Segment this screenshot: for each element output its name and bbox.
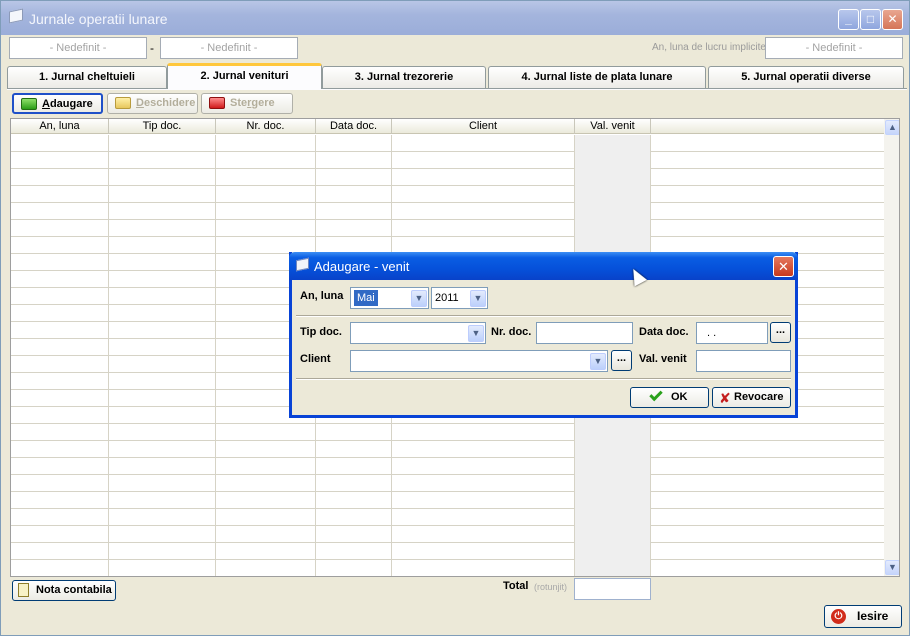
tip-doc-select[interactable]: ▼: [350, 322, 486, 344]
journal-icon: [296, 257, 309, 272]
exit-button[interactable]: ⏻ Iesire: [824, 605, 902, 628]
scroll-up-icon[interactable]: ▲: [885, 120, 899, 135]
add-button-label: daugare: [49, 98, 93, 110]
val-venit-label: Val. venit: [639, 353, 687, 365]
cancel-button[interactable]: ✘ Revocare: [712, 387, 791, 408]
nota-contabila-label: Nota contabila: [36, 584, 112, 596]
vertical-scrollbar[interactable]: ▲ ▼: [884, 119, 899, 576]
column-header-an-luna[interactable]: An, luna: [11, 119, 109, 134]
open-button[interactable]: Deschidere: [107, 93, 198, 114]
close-button[interactable]: ✕: [882, 9, 903, 30]
column-header-nr-doc[interactable]: Nr. doc.: [216, 119, 316, 134]
nr-doc-label: Nr. doc.: [491, 326, 532, 338]
dialog-title-bar[interactable]: Adaugare - venit ✕: [289, 252, 798, 280]
separator: [296, 315, 791, 317]
minimize-button[interactable]: _: [838, 9, 859, 30]
val-venit-input[interactable]: [696, 350, 791, 372]
journal-icon: [9, 8, 23, 24]
tab-jurnal-liste-plata[interactable]: 4. Jurnal liste de plata lunare: [488, 66, 706, 88]
chevron-down-icon[interactable]: ▼: [411, 290, 427, 307]
period-from-field[interactable]: - Nedefinit -: [9, 37, 147, 59]
year-select[interactable]: 2011 ▼: [431, 287, 488, 309]
delete-button-label-start: Ste: [230, 97, 248, 109]
date-picker-button[interactable]: ...: [770, 322, 791, 343]
period-separator: -: [150, 41, 154, 55]
grid-header: An, luna Tip doc. Nr. doc. Data doc. Cli…: [11, 119, 884, 134]
delete-button-label-end: gere: [251, 97, 275, 109]
tip-doc-label: Tip doc.: [300, 326, 342, 338]
add-button[interactable]: Adaugare: [12, 93, 103, 114]
nota-contabila-button[interactable]: Nota contabila: [12, 580, 116, 601]
column-header-client[interactable]: Client: [392, 119, 575, 134]
dialog-title: Adaugare - venit: [314, 259, 410, 274]
tab-jurnal-trezorerie[interactable]: 3. Jurnal trezorerie: [322, 66, 486, 88]
an-luna-label: An, luna: [300, 290, 344, 302]
total-value: [574, 578, 651, 600]
tab-jurnal-operatii-diverse[interactable]: 5. Jurnal operatii diverse: [708, 66, 904, 88]
implicit-period-field[interactable]: - Nedefinit -: [765, 37, 903, 59]
chevron-down-icon[interactable]: ▼: [470, 290, 486, 307]
data-doc-label: Data doc.: [639, 326, 689, 338]
clipboard-icon: [18, 583, 29, 597]
exit-button-label: Iesire: [857, 609, 889, 623]
cancel-button-label: Revocare: [734, 391, 784, 403]
total-label: Total: [503, 580, 529, 592]
chevron-down-icon[interactable]: ▼: [590, 353, 606, 370]
implicit-period-label: An, luna de lucru implicite: [652, 42, 766, 53]
client-label: Client: [300, 353, 331, 365]
month-select[interactable]: Mai ▼: [350, 287, 429, 309]
rotunjit-label: (rotunjit): [534, 582, 568, 592]
cancel-x-icon: ✘: [719, 390, 731, 406]
client-lookup-button[interactable]: ...: [611, 350, 632, 371]
tab-jurnal-venituri[interactable]: 2. Jurnal venituri: [167, 63, 322, 89]
scroll-down-icon[interactable]: ▼: [885, 560, 899, 575]
window-title: Jurnale operatii lunare: [29, 11, 168, 27]
dialog-close-button[interactable]: ✕: [773, 256, 794, 277]
delete-button[interactable]: Stergere: [201, 93, 293, 114]
nr-doc-input[interactable]: [536, 322, 633, 344]
grid-vline: [215, 135, 216, 576]
period-to-field[interactable]: - Nedefinit -: [160, 37, 298, 59]
separator: [296, 378, 791, 380]
maximize-button[interactable]: □: [860, 9, 881, 30]
grid-vline: [108, 135, 109, 576]
column-header-data-doc[interactable]: Data doc.: [316, 119, 392, 134]
year-selected-value: 2011: [435, 292, 459, 304]
add-button-accel: A: [42, 98, 50, 110]
ok-button[interactable]: OK: [630, 387, 709, 408]
data-doc-input[interactable]: . .: [696, 322, 768, 344]
chevron-down-icon[interactable]: ▼: [468, 325, 484, 342]
power-icon: ⏻: [831, 609, 846, 624]
tab-jurnal-cheltuieli[interactable]: 1. Jurnal cheltuieli: [7, 66, 167, 88]
open-button-accel: D: [136, 97, 144, 109]
add-revenue-dialog: Adaugare - venit ✕ An, luna Mai ▼ 2011 ▼…: [289, 252, 798, 418]
open-button-label: eschidere: [143, 97, 196, 109]
red-folder-icon: [209, 97, 225, 109]
client-select[interactable]: ▼: [350, 350, 608, 372]
yellow-folder-icon: [115, 97, 131, 109]
green-folder-icon: [21, 98, 37, 110]
tab-panel-edge: [7, 88, 907, 90]
month-selected-value: Mai: [354, 290, 378, 306]
column-header-val-venit[interactable]: Val. venit: [575, 119, 651, 134]
checkmark-icon: [649, 387, 663, 402]
ok-button-label: OK: [671, 391, 688, 403]
column-header-tip-doc[interactable]: Tip doc.: [109, 119, 216, 134]
title-bar[interactable]: Jurnale operatii lunare _ □ ✕: [1, 1, 909, 35]
